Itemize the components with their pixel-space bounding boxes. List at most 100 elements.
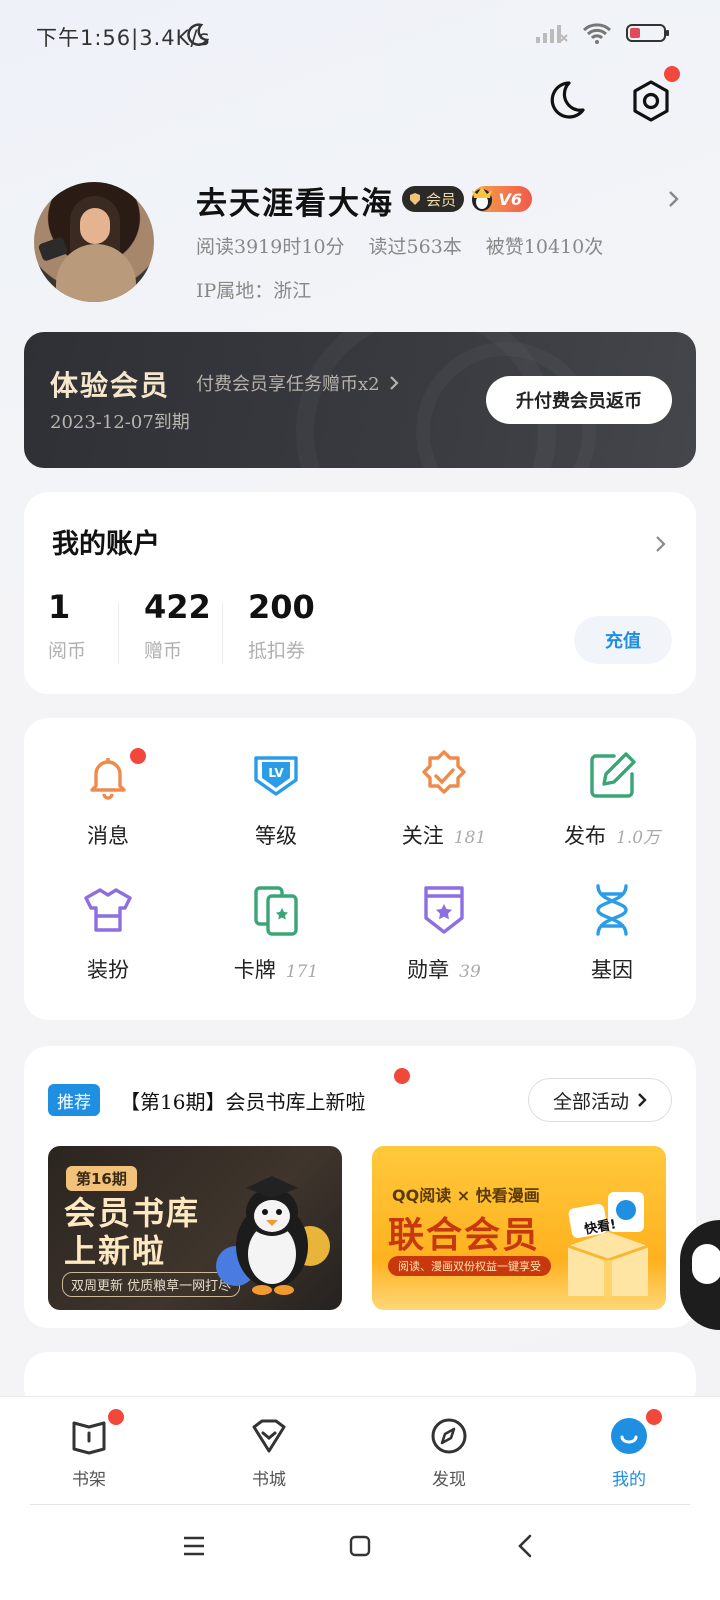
banner-joint-subtitle: 阅读、漫画双份权益一键享受 [388,1256,551,1276]
feature-medals[interactable]: 勋章 39 [360,864,528,994]
account-title[interactable]: 我的账户 [52,522,160,561]
membership-title: 体验会员 [50,369,171,402]
banner-title-line2: 上新啦 [64,1232,167,1270]
feature-label: 基因 [591,958,633,982]
nav-discover[interactable]: 发现 [404,1415,494,1490]
chevron-right-icon [638,1093,647,1107]
headline-red-dot [394,1068,410,1084]
edit-icon [590,752,636,798]
recharge-button[interactable]: 充值 [574,616,672,664]
follow-badge-icon [422,750,466,794]
nav-bookshelf[interactable]: 书架 [44,1409,134,1490]
bonus-label: 赠币 [144,640,183,662]
penguin-crown-icon [472,187,492,211]
moon-icon [550,81,585,119]
vip-badge[interactable]: 会员 [402,186,465,212]
feature-gene[interactable]: 基因 [528,864,696,994]
all-activities-label: 全部活动 [552,1090,629,1113]
coin-value: 1 [48,588,71,626]
settings-button[interactable] [628,66,680,124]
feature-publish[interactable]: 发布 1.0万 [528,730,696,860]
divider [118,602,119,664]
system-navigation [0,1505,720,1600]
recommend-tag: 推荐 [48,1084,100,1116]
membership-promo[interactable]: 付费会员享任务赠币x2 [196,370,400,396]
nav-label: 书架 [72,1470,106,1490]
feature-messages[interactable]: 消息 [24,730,192,860]
mine-smile-icon [611,1418,647,1454]
books-read: 读过563本 [368,236,462,258]
mine-red-dot [646,1409,662,1425]
feature-dressup[interactable]: 装扮 [24,864,192,994]
feature-label: 装扮 [87,958,129,982]
username[interactable]: 去天涯看大海 [196,178,394,223]
nav-bookstore[interactable]: 书城 [224,1415,314,1490]
account-item-voucher[interactable]: 200 抵扣券 [248,588,315,663]
voucher-value: 200 [248,588,315,626]
status-indicators [536,22,670,44]
reading-time: 阅读3919时10分 [196,236,345,258]
account-item-bonus[interactable]: 422 赠币 [144,588,211,663]
gift-box-icon [567,1192,649,1300]
coin-label: 阅币 [48,640,87,662]
back-icon[interactable] [516,1533,534,1559]
banner-title-line1: 会员书库 [64,1194,201,1232]
feature-cards[interactable]: 卡牌 171 [192,864,360,994]
settings-red-dot [664,66,680,82]
feature-level[interactable]: LV 等级 [192,730,360,860]
all-activities-button[interactable]: 全部活动 [528,1078,672,1122]
account-item-coins[interactable]: 1 阅币 [48,588,86,663]
nav-mine[interactable]: 我的 [584,1409,674,1490]
likes-count: 被赞10410次 [485,236,604,258]
settings-hex-icon [633,80,669,122]
feature-count: 181 [453,828,487,848]
avatar[interactable] [34,182,154,302]
shirt-icon [84,888,132,932]
profile-stats: 阅读3919时10分 读过563本 被赞10410次 [196,232,603,259]
feature-count: 39 [459,962,481,982]
bookshelf-red-dot [108,1409,124,1425]
membership-promo-text: 付费会员享任务赠币x2 [196,374,380,395]
bottom-nav: 书架 书城 发现 我的 [0,1396,720,1506]
home-square-icon[interactable] [348,1534,372,1558]
compass-icon [431,1418,467,1454]
level-label: V6 [498,189,522,209]
feature-label: 发布 [563,824,606,848]
vip-label: 会员 [426,190,457,209]
banner-joint-membership[interactable]: QQ阅读 × 快看漫画 联合会员 阅读、漫画双份权益一键享受 快看! [372,1146,666,1310]
feature-label: 卡牌 [233,958,276,982]
nav-label: 书城 [252,1470,286,1490]
banner-joint-title: 联合会员 [388,1215,541,1256]
messages-red-dot [130,748,146,764]
chevron-right-icon [389,376,399,390]
account-chevron-icon[interactable] [654,534,668,554]
signal-icon [536,25,568,43]
banner-issue-tag: 第16期 [66,1166,137,1191]
banner-title: 会员书库 上新啦 [64,1194,200,1270]
bookshelf-icon [72,1421,106,1455]
menu-icon[interactable] [182,1535,206,1557]
ip-location: IP属地：浙江 [196,280,312,302]
account-card: 我的账户 1 阅币 422 赠币 200 抵扣券 充值 [24,492,696,694]
battery-icon [626,24,669,42]
upgrade-member-button[interactable]: 升付费会员返币 [486,376,672,424]
penguin-mascot-icon [216,1176,330,1295]
feature-label: 消息 [87,824,129,848]
banner-member-library[interactable]: 第16期 会员书库 上新啦 双周更新 优质粮草一网打尽 [48,1146,342,1310]
feature-label: 等级 [255,824,297,848]
feature-follow[interactable]: 关注 181 [360,730,528,860]
recommend-headline[interactable]: 【第16期】会员书库上新啦 [120,1086,365,1115]
feature-count: 171 [285,962,319,982]
level-badge[interactable]: V6 [472,186,532,212]
membership-card[interactable]: 体验会员 付费会员享任务赠币x2 2023-12-07到期 升付费会员返币 [24,332,696,468]
feature-grid: 消息 LV 等级 关注 181 发布 1.0万 装扮 卡牌 171 勋章 39 … [24,718,696,1020]
membership-expire: 2023-12-07到期 [50,412,190,433]
dna-icon [596,884,628,936]
night-mode-button[interactable] [542,78,588,124]
divider [222,602,223,664]
nav-label: 发现 [432,1470,466,1490]
feature-count: 1.0万 [615,828,661,848]
profile-chevron-icon[interactable] [666,188,682,210]
feature-label: 勋章 [407,958,450,982]
wifi-icon [582,23,612,44]
